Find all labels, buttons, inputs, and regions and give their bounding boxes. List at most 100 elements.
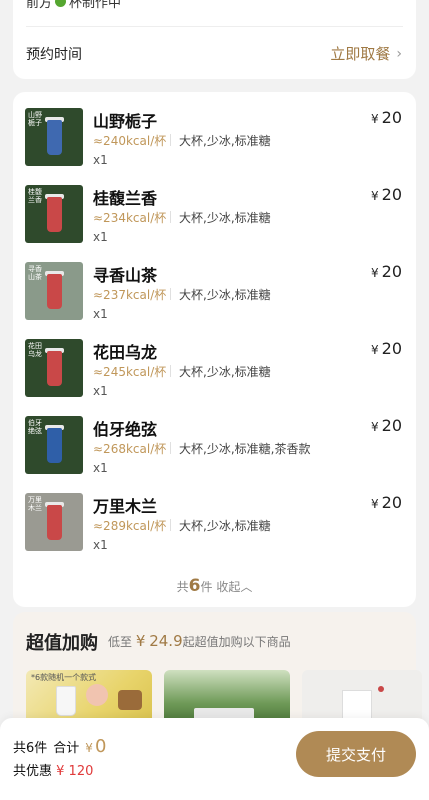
item-price: ¥20: [371, 339, 402, 358]
character-figure: [86, 684, 108, 706]
total-currency: ¥: [85, 741, 93, 755]
item-price-value: 20: [381, 262, 402, 281]
total-label: 合计: [53, 741, 80, 756]
product-thumbnail: 花田乌龙: [25, 339, 83, 397]
addon-price: 24.9: [149, 632, 183, 650]
item-kcal: ≈240kcal/杯: [93, 134, 167, 148]
thumbnail-mark: 山野栀子: [28, 111, 42, 127]
queue-suffix: 杯制作中: [69, 0, 122, 11]
item-kcal: ≈245kcal/杯: [93, 365, 167, 379]
spec-divider: [170, 134, 171, 146]
product-thumbnail: 伯牙绝弦: [25, 416, 83, 474]
addon-promo-text: *6款随机一个款式: [31, 673, 97, 682]
order-item: 花田乌龙 花田乌龙 ≈245kcal/杯 大杯,少冰,标准糖 x1 ¥20: [13, 323, 416, 400]
item-spec: 大杯,少冰,标准糖,茶香款: [179, 442, 311, 456]
item-currency: ¥: [371, 112, 379, 126]
cup-figure: [56, 686, 76, 716]
discount-label: 共优惠: [13, 764, 53, 779]
order-item: 万里木兰 万里木兰 ≈289kcal/杯 大杯,少冰,标准糖 x1 ¥20: [13, 477, 416, 554]
thumbnail-mark: 桂馥兰香: [28, 188, 42, 204]
item-spec: 大杯,少冰,标准糖: [179, 519, 271, 533]
item-count-text: 共6件: [13, 741, 48, 756]
addon-title: 超值加购: [26, 633, 98, 654]
cup-figure: [47, 197, 62, 232]
item-kcal: ≈237kcal/杯: [93, 288, 167, 302]
item-price: ¥20: [371, 262, 402, 281]
submit-payment-button[interactable]: 提交支付: [296, 731, 416, 777]
pickup-now-selector[interactable]: 立即取餐 ›: [330, 43, 402, 64]
item-price-value: 20: [381, 416, 402, 435]
product-thumbnail: 山野栀子: [25, 108, 83, 166]
item-name: 山野栀子: [93, 112, 158, 131]
thumbnail-mark: 花田乌龙: [28, 342, 42, 358]
cup-figure: [47, 274, 62, 309]
item-name: 桂馥兰香: [93, 189, 158, 208]
summary-count: 6: [188, 576, 201, 596]
discount-amount: ¥ 120: [56, 764, 94, 779]
item-quantity: x1: [93, 153, 108, 167]
total-amount: ¥0: [85, 736, 106, 757]
item-currency: ¥: [371, 497, 379, 511]
pickup-status-card: 前方 杯制作中 预约时间 立即取餐 ›: [13, 0, 416, 79]
cup-figure: [47, 120, 62, 155]
pickup-now-label: 立即取餐: [330, 45, 391, 63]
item-price-value: 20: [381, 339, 402, 358]
reserve-time-label: 预约时间: [26, 47, 82, 63]
item-currency: ¥: [371, 343, 379, 357]
product-thumbnail: 寻香山茶: [25, 262, 83, 320]
item-name: 花田乌龙: [93, 343, 158, 362]
spec-divider: [170, 211, 171, 223]
snack-figure: [118, 690, 142, 710]
spec-divider: [170, 288, 171, 300]
item-price-value: 20: [381, 108, 402, 127]
item-price: ¥20: [371, 493, 402, 512]
queue-count-dot: [55, 0, 67, 7]
item-price: ¥20: [371, 108, 402, 127]
items-summary-toggle[interactable]: 共6件 收起︿: [13, 576, 416, 596]
item-price: ¥20: [371, 416, 402, 435]
product-thumbnail: 桂馥兰香: [25, 185, 83, 243]
addon-subtitle: 低至 ¥ 24.9起超值加购以下商品: [108, 632, 291, 650]
item-price: ¥20: [371, 185, 402, 204]
item-kcal: ≈234kcal/杯: [93, 211, 167, 225]
item-spec: 大杯,少冰,标准糖: [179, 288, 271, 302]
summary-prefix: 共: [176, 580, 189, 594]
item-price-value: 20: [381, 185, 402, 204]
queue-prefix: 前方: [26, 0, 53, 11]
total-line: 共6件 合计 ¥0: [13, 736, 106, 757]
summary-suffix: 件: [200, 580, 213, 594]
spec-divider: [170, 365, 171, 377]
item-currency: ¥: [371, 266, 379, 280]
thumbnail-mark: 寻香山茶: [28, 265, 42, 281]
item-kcal: ≈289kcal/杯: [93, 519, 167, 533]
item-name: 万里木兰: [93, 497, 158, 516]
thumbnail-mark: 万里木兰: [28, 496, 42, 512]
discount-line: 共优惠 ¥ 120: [13, 760, 93, 779]
collapse-label: 收起: [216, 580, 241, 594]
item-quantity: x1: [93, 307, 108, 321]
spec-divider: [170, 519, 171, 531]
item-quantity: x1: [93, 230, 108, 244]
item-quantity: x1: [93, 384, 108, 398]
item-spec: 大杯,少冰,标准糖: [179, 134, 271, 148]
item-currency: ¥: [371, 189, 379, 203]
order-item: 桂馥兰香 桂馥兰香 ≈234kcal/杯 大杯,少冰,标准糖 x1 ¥20: [13, 169, 416, 246]
queue-status: 前方 杯制作中: [26, 0, 121, 11]
checkout-bar: 共6件 合计 ¥0 共优惠 ¥ 120 提交支付: [0, 718, 429, 800]
divider: [26, 26, 403, 27]
order-item: 山野栀子 山野栀子 ≈240kcal/杯 大杯,少冰,标准糖 x1 ¥20: [13, 92, 416, 169]
item-quantity: x1: [93, 538, 108, 552]
addon-sub-suffix: 起超值加购以下商品: [182, 635, 291, 649]
item-spec: 大杯,少冰,标准糖: [179, 365, 271, 379]
item-quantity: x1: [93, 461, 108, 475]
spec-divider: [170, 442, 171, 454]
cup-figure: [47, 351, 62, 386]
chevron-right-icon: ›: [396, 45, 402, 62]
chevron-up-icon: ︿: [240, 580, 253, 594]
addon-sub-prefix: 低至: [108, 635, 133, 649]
red-dot-figure: [378, 686, 384, 692]
order-items-card: 山野栀子 山野栀子 ≈240kcal/杯 大杯,少冰,标准糖 x1 ¥20 桂馥…: [13, 92, 416, 607]
thumbnail-mark: 伯牙绝弦: [28, 419, 42, 435]
item-name: 寻香山茶: [93, 266, 158, 285]
cup-figure: [47, 505, 62, 540]
